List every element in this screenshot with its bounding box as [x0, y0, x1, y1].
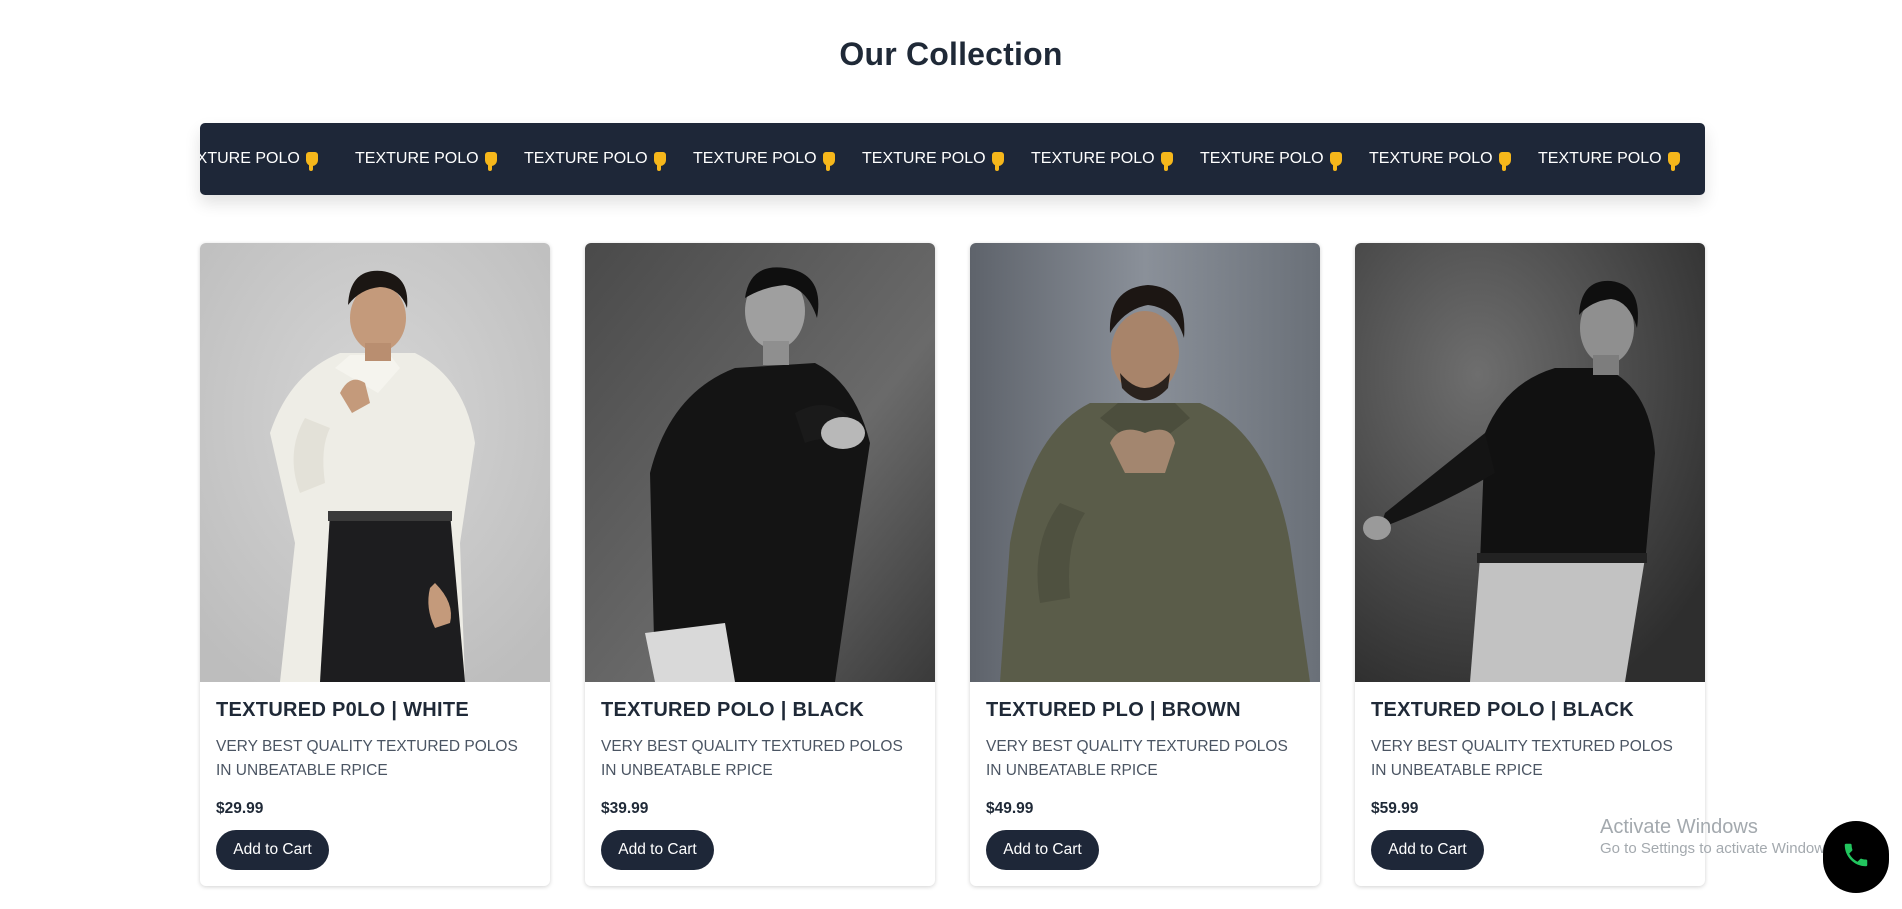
- add-to-cart-button[interactable]: Add to Cart: [601, 830, 714, 870]
- product-title: TEXTURED PLO | BROWN: [986, 699, 1241, 721]
- product-description: VERY BEST QUALITY TEXTURED POLOS IN UNBE…: [216, 738, 518, 779]
- phone-icon: [1841, 840, 1871, 875]
- marquee-item: EXTURE POLO: [200, 150, 355, 171]
- pointing-down-hand-icon: [1160, 152, 1173, 171]
- marquee-item-label: EXTURE POLO: [200, 150, 300, 167]
- product-card: TEXTURED P0LO | WHITE VERY BEST QUALITY …: [200, 243, 550, 886]
- product-card: TEXTURED POLO | BLACK VERY BEST QUALITY …: [585, 243, 935, 886]
- marquee-item: TEXTURE POLO: [1538, 150, 1705, 171]
- product-title: TEXTURED POLO | BLACK: [1371, 699, 1635, 721]
- product-image[interactable]: [585, 243, 935, 682]
- pointing-down-hand-icon: [1667, 152, 1680, 171]
- marquee-item: TEXTURE POLO: [355, 150, 524, 171]
- marquee-item: TEXTURE POLO: [1200, 150, 1369, 171]
- marquee-item-label: TEXTURE POLO: [1031, 150, 1155, 167]
- pointing-down-hand-icon: [653, 152, 666, 171]
- page: Our Collection EXTURE POLO TEXTURE POLO …: [0, 0, 1902, 909]
- marquee-item: TEXTURE POLO: [1369, 150, 1538, 171]
- product-grid: TEXTURED P0LO | WHITE VERY BEST QUALITY …: [200, 243, 1705, 887]
- marquee-item: TEXTURE POLO: [693, 150, 862, 171]
- section-title: Our Collection: [839, 36, 1063, 72]
- product-description: VERY BEST QUALITY TEXTURED POLOS IN UNBE…: [1371, 738, 1673, 779]
- add-to-cart-button[interactable]: Add to Cart: [1371, 830, 1484, 870]
- product-title: TEXTURED P0LO | WHITE: [216, 699, 470, 721]
- product-card: TEXTURED PLO | BROWN VERY BEST QUALITY T…: [970, 243, 1320, 886]
- product-description: VERY BEST QUALITY TEXTURED POLOS IN UNBE…: [601, 738, 903, 779]
- add-to-cart-button[interactable]: Add to Cart: [216, 830, 329, 870]
- product-price: $29.99: [216, 800, 264, 817]
- pointing-down-hand-icon: [822, 152, 835, 171]
- product-image[interactable]: [200, 243, 550, 682]
- marquee-item-label: TEXTURE POLO: [693, 150, 817, 167]
- marquee-item-label: TEXTURE POLO: [355, 150, 479, 167]
- marquee-track: EXTURE POLO TEXTURE POLO TEXTURE POLO TE…: [200, 123, 1705, 195]
- activate-windows-watermark: Activate Windows Go to Settings to activ…: [1600, 815, 1837, 859]
- marquee-item-label: TEXTURE POLO: [1538, 150, 1662, 167]
- product-price: $39.99: [601, 800, 649, 817]
- product-card: TEXTURED POLO | BLACK VERY BEST QUALITY …: [1355, 243, 1705, 886]
- pointing-down-hand-icon: [305, 152, 318, 171]
- watermark-title: Activate Windows: [1600, 816, 1758, 838]
- watermark-subtitle: Go to Settings to activate Windows.: [1600, 840, 1837, 857]
- call-button[interactable]: [1823, 821, 1889, 893]
- add-to-cart-button[interactable]: Add to Cart: [986, 830, 1099, 870]
- marquee-item-label: TEXTURE POLO: [524, 150, 648, 167]
- product-title: TEXTURED POLO | BLACK: [601, 699, 865, 721]
- marquee-item: TEXTURE POLO: [862, 150, 1031, 171]
- marquee-item: TEXTURE POLO: [524, 150, 693, 171]
- marquee-item: TEXTURE POLO: [1031, 150, 1200, 171]
- product-image[interactable]: [1355, 243, 1705, 682]
- pointing-down-hand-icon: [991, 152, 1004, 171]
- marquee-item-label: TEXTURE POLO: [1369, 150, 1493, 167]
- marquee-item-label: TEXTURE POLO: [1200, 150, 1324, 167]
- marquee-banner: EXTURE POLO TEXTURE POLO TEXTURE POLO TE…: [200, 123, 1705, 195]
- pointing-down-hand-icon: [1498, 152, 1511, 171]
- pointing-down-hand-icon: [484, 152, 497, 171]
- product-price: $49.99: [986, 800, 1034, 817]
- product-price: $59.99: [1371, 800, 1419, 817]
- marquee-item-label: TEXTURE POLO: [862, 150, 986, 167]
- product-description: VERY BEST QUALITY TEXTURED POLOS IN UNBE…: [986, 738, 1288, 779]
- product-image[interactable]: [970, 243, 1320, 682]
- pointing-down-hand-icon: [1329, 152, 1342, 171]
